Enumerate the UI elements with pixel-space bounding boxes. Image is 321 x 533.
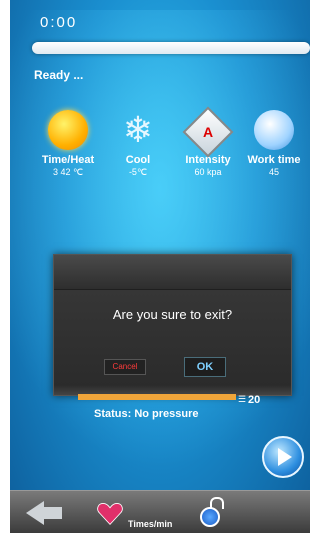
ready-status: Ready ... xyxy=(34,68,84,82)
timer-display: 0:00 xyxy=(40,14,78,31)
stat-value: -5℃ xyxy=(128,167,148,177)
play-button[interactable] xyxy=(262,436,304,478)
stat-label: Cool xyxy=(125,154,151,166)
exit-dialog: Are you sure to exit? Cancel OK xyxy=(53,254,292,396)
play-icon xyxy=(278,448,292,466)
intensity-stat[interactable]: A Intensity 60 kpa xyxy=(178,106,238,177)
stat-label: Work time xyxy=(247,154,301,166)
stat-value: 60 kpa xyxy=(194,167,222,177)
cool-stat[interactable]: ❄ Cool -5℃ xyxy=(108,110,168,178)
times-per-min-label: Times/min xyxy=(128,519,173,529)
heart-icon[interactable] xyxy=(96,499,124,527)
ok-button[interactable]: OK xyxy=(184,357,226,377)
stat-value: 45 xyxy=(268,167,279,177)
screen: 0:00 Ready ... Time/Heat 3 42 ℃ ❄ Cool -… xyxy=(10,0,310,533)
sun-icon xyxy=(48,110,88,150)
dialog-header xyxy=(54,255,291,290)
cancel-button[interactable]: Cancel xyxy=(104,359,146,375)
pressure-progress-bar xyxy=(78,394,236,400)
time-heat-stat[interactable]: Time/Heat 3 42 ℃ xyxy=(38,110,98,178)
progress-marker-icon: ☰ xyxy=(238,394,247,404)
work-time-stat[interactable]: Work time 45 xyxy=(244,110,304,177)
back-arrow-icon[interactable] xyxy=(26,501,44,525)
top-progress-bar xyxy=(32,42,310,54)
intensity-diamond-icon: A xyxy=(182,106,234,158)
status-text: Status: No pressure xyxy=(94,408,199,420)
dialog-message: Are you sure to exit? xyxy=(112,307,233,322)
bottom-bar: Times/min xyxy=(10,490,310,533)
stat-label: Time/Heat xyxy=(41,154,95,166)
clock-icon xyxy=(254,110,294,150)
stat-value: 3 42 ℃ xyxy=(52,167,84,177)
snowflake-icon: ❄ xyxy=(122,109,154,150)
lock-icon[interactable] xyxy=(200,507,220,527)
back-arrow-tail xyxy=(44,507,62,519)
progress-value: 20 xyxy=(248,394,261,406)
